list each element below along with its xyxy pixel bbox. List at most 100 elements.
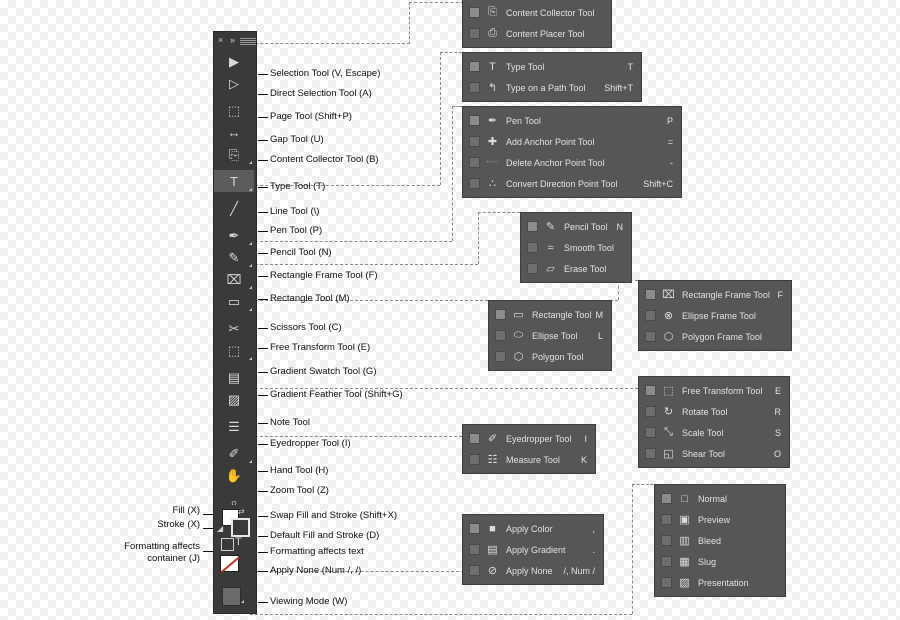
callout-free-transform-tool: Free Transform Tool (E) xyxy=(270,342,371,353)
gradient-swatch-tool-icon: ▤ xyxy=(227,369,241,385)
pen-tool[interactable]: ✒ xyxy=(214,224,254,246)
formatting-affects-container-icon[interactable] xyxy=(221,538,234,551)
flyout-item[interactable]: ▤ Apply Gradient. xyxy=(463,539,603,560)
flyout-item[interactable]: ⎘ Content Collector Tool xyxy=(463,2,611,23)
flyout-item-shortcut: , xyxy=(592,523,595,534)
flyout-item[interactable]: ▣ Preview xyxy=(655,509,785,530)
flyout-item[interactable]: ⊘ Apply None /, Num / xyxy=(463,560,603,581)
flyout-item[interactable]: ↰ Type on a Path Tool Shift+T xyxy=(463,77,641,98)
direct-selection-tool[interactable]: ▷ xyxy=(214,72,254,94)
flyout-item[interactable]: ■ Apply Color, xyxy=(463,518,603,539)
flyout-item-shortcut: P xyxy=(666,115,673,126)
selection-tool[interactable]: ▶ xyxy=(214,50,254,72)
transform-flyout[interactable]: ⬚ Free Transform Tool E ↻ Rotate Tool R ⤡ Scale… xyxy=(638,376,790,468)
default-fill-stroke-icon[interactable]: ◢ xyxy=(217,524,223,533)
flyout-item[interactable]: ⊗ Ellipse Frame Tool xyxy=(639,305,791,326)
eyedropper-tool-icon: ✐ xyxy=(228,445,240,461)
flyout-item-label: Preview xyxy=(698,514,731,525)
rectangle-frame-tool-icon: ⌧ xyxy=(226,271,242,287)
flyout-item[interactable]: ✚ Add Anchor Point Tool = xyxy=(463,131,681,152)
collapse-arrows-icon[interactable]: » xyxy=(230,34,235,46)
flyout-item[interactable]: ⬡ Polygon Frame Tool xyxy=(639,326,791,347)
pencil-flyout[interactable]: ✎ Pencil Tool N ≈ Smooth Tool ▱ Erase Tool xyxy=(520,212,632,283)
flyout-item[interactable]: ⬚ Free Transform Tool E xyxy=(639,380,789,401)
flyout-item-icon: ✒ xyxy=(487,115,498,127)
apply-none-slash xyxy=(220,555,239,572)
callout-apply-none-label: Apply None (Num /, /) xyxy=(270,565,362,576)
eyedropper-flyout[interactable]: ✐ Eyedropper Tool I ☷ Measure Tool K xyxy=(462,424,596,474)
flyout-item-icon: ▱ xyxy=(546,263,555,275)
flyout-item[interactable]: ▨ Presentation xyxy=(655,572,785,593)
flyout-item[interactable]: ⤡ Scale Tool S xyxy=(639,422,789,443)
flyout-item[interactable]: ⬭ Ellipse Tool L xyxy=(489,325,611,346)
connector xyxy=(452,106,462,107)
flyout-item[interactable]: ☷ Measure Tool K xyxy=(463,449,595,470)
gradient-feather-tool[interactable]: ▨ xyxy=(214,388,254,410)
line-tool[interactable]: ╱ xyxy=(214,197,254,219)
flyout-item-label: Ellipse Frame Tool xyxy=(682,310,756,321)
flyout-item[interactable]: ∴ Convert Direction Point Tool Shift+C xyxy=(463,173,681,194)
flyout-item-icon: ⬡ xyxy=(513,351,524,363)
flyout-item[interactable]: ⎙ Content Placer Tool xyxy=(463,23,611,44)
flyout-item-shortcut: M xyxy=(595,309,604,320)
flyout-item[interactable]: □ Normal xyxy=(655,488,785,509)
apply-flyout[interactable]: ■ Apply Color, ▤ Apply Gradient. ⊘ Apply None… xyxy=(462,514,604,585)
flyout-item-icon: ▤ xyxy=(487,544,498,556)
rectangle-flyout[interactable]: ▭ Rectangle Tool M ⬭ Ellipse Tool L ⬡ Polygon T… xyxy=(488,300,612,371)
viewing-mode-icon[interactable] xyxy=(222,587,241,606)
rectangle-frame-tool[interactable]: ⌧ xyxy=(214,268,254,290)
content-collector-tool-icon: ⎘ xyxy=(228,146,240,162)
flyout-item[interactable]: ▭ Rectangle Tool M xyxy=(489,304,611,325)
connector xyxy=(250,436,462,437)
flyout-item[interactable]: ✒ Pen Tool P xyxy=(463,110,681,131)
tools-panel-header[interactable]: × » xyxy=(214,32,256,50)
flyout-item-icon: ⎘ xyxy=(488,6,497,18)
flyout-item[interactable]: T Type Tool T xyxy=(463,56,641,77)
connector xyxy=(478,212,479,264)
hand-tool[interactable]: ✋ xyxy=(214,464,254,486)
flyout-item[interactable]: ⌧ Rectangle Frame Tool F xyxy=(639,284,791,305)
flyout-item[interactable]: ✎ Pencil Tool N xyxy=(521,216,631,237)
page-tool[interactable]: ⬚ xyxy=(214,99,254,121)
content-collector-tool[interactable]: ⎘ xyxy=(214,143,254,165)
scissors-tool[interactable]: ✂ xyxy=(214,317,254,339)
callout-scissors-tool: Scissors Tool (C) xyxy=(270,322,342,333)
flyout-item[interactable]: ▱ Erase Tool xyxy=(521,258,631,279)
rectangle-tool[interactable]: ▭ xyxy=(214,290,254,312)
flyout-item[interactable]: ✐ Eyedropper Tool I xyxy=(463,428,595,449)
swap-fill-stroke-icon[interactable]: ⇄ xyxy=(238,507,245,516)
note-tool[interactable]: ☰ xyxy=(214,415,254,437)
frame-flyout[interactable]: ⌧ Rectangle Frame Tool F ⊗ Ellipse Frame Too… xyxy=(638,280,792,351)
flyout-item[interactable]: ▥ Bleed xyxy=(655,530,785,551)
flyout-indicator-icon xyxy=(249,357,252,360)
flyout-item[interactable]: ≈ Smooth Tool xyxy=(521,237,631,258)
flyout-item[interactable]: ↻ Rotate Tool R xyxy=(639,401,789,422)
viewing-mode-flyout[interactable]: □ Normal ▣ Preview ▥ Bleed ▦ Slug ▨ Presentation xyxy=(654,484,786,597)
flyout-item[interactable]: ⬡ Polygon Tool xyxy=(489,346,611,367)
free-transform-tool[interactable]: ⬚ xyxy=(214,339,254,361)
flyout-item-label: Presentation xyxy=(698,577,749,588)
flyout-item-label: Erase Tool xyxy=(564,263,607,274)
formatting-affects-text-icon[interactable]: T xyxy=(235,536,242,549)
gradient-swatch-tool[interactable]: ▤ xyxy=(214,366,254,388)
viewing-mode-corner xyxy=(241,600,244,603)
flyout-item-icon: ⌧ xyxy=(662,289,675,301)
stroke-swatch[interactable] xyxy=(231,518,250,537)
gap-tool[interactable]: ↔ xyxy=(214,121,254,143)
pencil-tool[interactable]: ✎ xyxy=(214,246,254,268)
close-icon[interactable]: × xyxy=(218,34,223,46)
flyout-item[interactable]: ➖ Delete Anchor Point Tool - xyxy=(463,152,681,173)
fill-stroke-block[interactable]: ⇄ ◢ T xyxy=(214,505,254,612)
selection-tool-icon: ▶ xyxy=(229,53,239,69)
type-tool[interactable]: T xyxy=(214,170,254,192)
flyout-item-shortcut: R xyxy=(774,406,782,417)
flyout-item-marker xyxy=(469,178,480,189)
flyout-item[interactable]: ▦ Slug xyxy=(655,551,785,572)
eyedropper-tool[interactable]: ✐ xyxy=(214,442,254,464)
pen-flyout[interactable]: ✒ Pen Tool P ✚ Add Anchor Point Tool = ➖ Delete… xyxy=(462,106,682,198)
flyout-item-marker xyxy=(469,157,480,168)
content-collector-flyout[interactable]: ⎘ Content Collector Tool ⎙ Content Placer T… xyxy=(462,0,612,48)
flyout-item[interactable]: ◱ Shear Tool O xyxy=(639,443,789,464)
flyout-item-label: Slug xyxy=(698,556,717,567)
type-flyout[interactable]: T Type Tool T ↰ Type on a Path Tool Shift+T xyxy=(462,52,642,102)
